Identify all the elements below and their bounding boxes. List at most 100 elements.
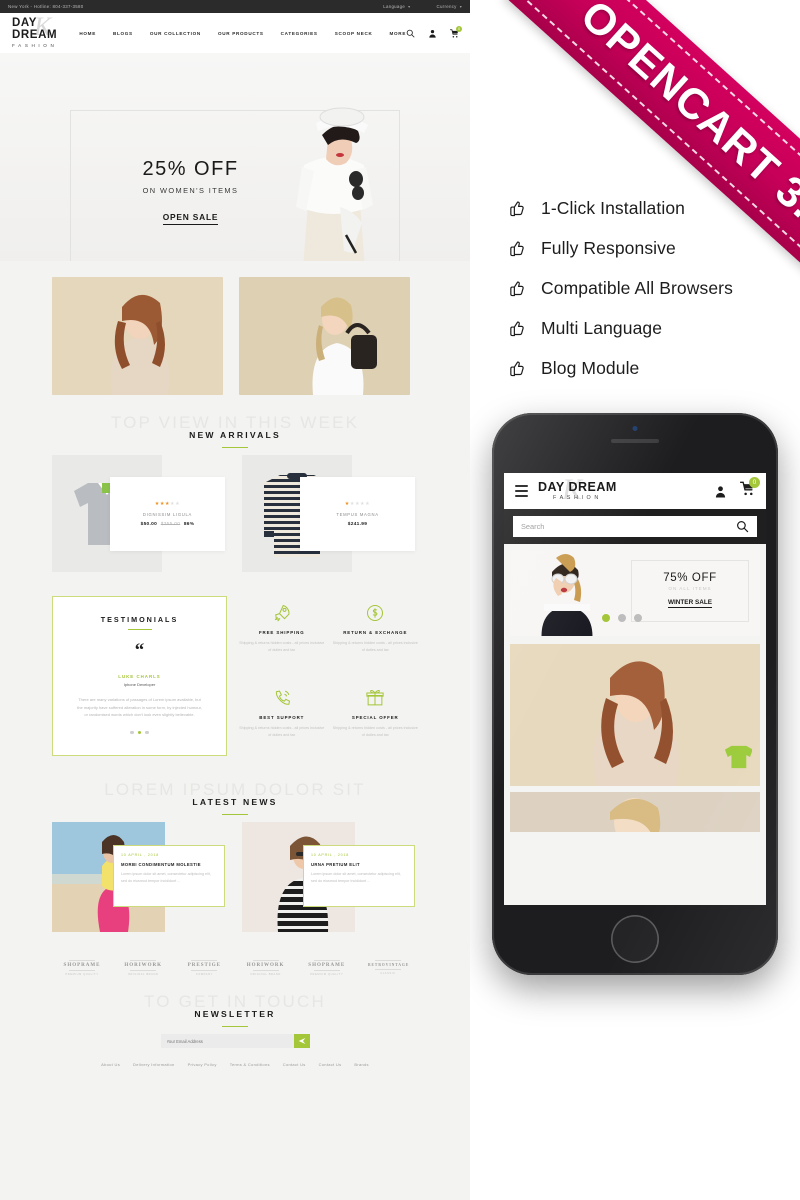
product-card[interactable]: ★★★★★ TEMPUS MAGNA $241.99 <box>242 455 415 572</box>
brand-logo[interactable]: HORIWORK ORIGINAL BRAND <box>246 958 286 976</box>
brand-name: RETROVINTAGE <box>367 963 410 967</box>
thumbs-up-icon <box>510 360 524 376</box>
currency-label: Currency <box>436 4 457 9</box>
brand-logo[interactable]: RETROVINTAGE CLASSIC <box>368 958 408 976</box>
hero-banner[interactable]: 25% OFF ON WOMEN'S ITEMS OPEN SALE <box>0 53 470 261</box>
mobile-header-icons: 0 <box>714 477 760 501</box>
carousel-dot[interactable] <box>634 614 642 622</box>
user-icon[interactable] <box>714 485 727 498</box>
testimonial-pagination <box>130 730 149 734</box>
cart-count-badge: 0 <box>456 25 463 32</box>
mobile-search-field[interactable]: Search <box>513 516 757 537</box>
news-title: MORBI CONDIMENTUM MOLESTIE <box>121 862 201 867</box>
newsletter-heading: TO GET IN TOUCH NEWSLETTER <box>0 992 470 1028</box>
product-price: $241.99 <box>348 522 367 527</box>
product-info: ★★★★★ DIGNISSIM LIGULA $50.00 $355.00 86… <box>110 477 225 551</box>
section-underline <box>222 814 248 816</box>
nav-item-home[interactable]: HOME <box>79 31 96 36</box>
feature-label: Blog Module <box>541 357 640 378</box>
footer-link-delivery-information[interactable]: Delivery Information <box>133 1062 175 1067</box>
promo-banner-2[interactable] <box>239 277 410 395</box>
promo-panel: OPENCART 3.X 1-Click Installation Fully … <box>470 0 800 1200</box>
mobile-hero-banner[interactable]: 75% OFF ON ALL ITEMS WINTER SALE <box>510 550 760 636</box>
newsletter-email-input[interactable] <box>160 1034 294 1048</box>
product-name: TEMPUS MAGNA <box>336 512 379 517</box>
news-excerpt: Lorem ipsum dolor sit amet, consectetur … <box>311 872 401 884</box>
mobile-feature-photo[interactable] <box>510 644 760 786</box>
chevron-down-icon: ▾ <box>459 4 462 9</box>
footer-link-brands[interactable]: Brands <box>354 1062 368 1067</box>
carousel-dot[interactable] <box>618 614 626 622</box>
header-icon-group: 0 <box>406 25 463 38</box>
search-icon[interactable] <box>406 29 415 38</box>
news-date: 10 APRIL , 2018 <box>311 853 350 857</box>
brand-name: SHOPRAME <box>63 963 101 968</box>
hamburger-menu-icon[interactable] <box>515 482 528 499</box>
thumbs-up-icon <box>510 200 524 216</box>
carousel-dot[interactable] <box>130 730 134 734</box>
mobile-logo[interactable]: K DAY DREAM FASHION <box>538 473 617 506</box>
mobile-hero-cta[interactable]: WINTER SALE <box>667 599 713 608</box>
product-card[interactable]: ★★★★★ DIGNISSIM LIGULA $50.00 $355.00 86… <box>52 455 225 572</box>
nav-item-our-collection[interactable]: OUR COLLECTION <box>150 31 201 36</box>
mobile-hero-subheadline: ON ALL ITEMS <box>668 586 712 591</box>
user-icon[interactable] <box>428 29 437 38</box>
site-topbar: New York - Hotline: 804-337-3580 Languag… <box>0 0 470 13</box>
mobile-cart-count-badge: 0 <box>749 477 760 488</box>
website-preview: New York - Hotline: 804-337-3580 Languag… <box>0 0 470 1200</box>
feature-item-1-click-installation: 1-Click Installation <box>508 188 788 228</box>
service-item-free-shipping: FREE SHIPPING Shipping & returns hidden … <box>239 601 325 672</box>
product-info: ★★★★★ TEMPUS MAGNA $241.99 <box>300 477 415 551</box>
nav-item-categories[interactable]: CATEGORIES <box>281 31 318 36</box>
language-selector[interactable]: Language ▾ <box>383 4 410 9</box>
nav-item-blogs[interactable]: BLOGS <box>113 31 133 36</box>
footer-link-about-us[interactable]: About Us <box>101 1062 120 1067</box>
home-button[interactable] <box>611 915 659 963</box>
promo-banner-1[interactable] <box>52 277 223 395</box>
dollar-circle-icon <box>333 601 419 625</box>
logo-primary-text: DAY DREAM <box>12 17 58 41</box>
service-description: Shipping & returns hidden costs - all pr… <box>239 725 325 737</box>
news-date: 10 APRIL , 2018 <box>121 853 160 857</box>
footer-link-contact-us[interactable]: Contact Us <box>283 1062 306 1067</box>
mobile-cart-button[interactable]: 0 <box>739 477 760 501</box>
section-underline <box>222 1026 248 1028</box>
service-item-return-exchange: RETURN & EXCHANGE Shipping & returns hid… <box>333 601 419 672</box>
cart-button[interactable]: 0 <box>450 25 463 38</box>
feature-label: 1-Click Installation <box>541 197 685 218</box>
feature-item-multi-language: Multi Language <box>508 308 788 348</box>
site-header: K DAY DREAM FASHION HOME BLOGS OUR COLLE… <box>0 12 470 53</box>
nav-item-more[interactable]: MORE <box>390 31 407 36</box>
currency-selector[interactable]: Currency ▾ <box>436 4 462 9</box>
product-name: DIGNISSIM LIGULA <box>142 512 193 517</box>
news-title: URNA PRETIUM ELIT <box>311 862 360 867</box>
news-card[interactable]: 10 APRIL , 2018 MORBI CONDIMENTUM MOLEST… <box>52 822 225 932</box>
footer-link-privacy-policy[interactable]: Privacy Policy <box>188 1062 217 1067</box>
feature-item-blog-module: Blog Module <box>508 348 788 388</box>
search-placeholder-text: Search <box>521 522 545 531</box>
nav-item-scoop-neck[interactable]: SCOOP NECK <box>335 31 373 36</box>
product-rating: ★★★★★ <box>344 501 371 507</box>
mobile-feature-photo-2[interactable] <box>510 792 760 832</box>
footer-link-terms-conditions[interactable]: Terms & Conditions <box>230 1062 270 1067</box>
carousel-dot-active[interactable] <box>602 614 610 622</box>
price-old: $355.00 <box>160 522 181 527</box>
quote-icon: “ <box>134 640 145 662</box>
hero-cta-link[interactable]: OPEN SALE <box>162 212 219 225</box>
search-icon[interactable] <box>736 520 749 533</box>
brand-logo[interactable]: SHOPRAME PREMIUM QUALITY <box>307 958 347 976</box>
brand-logo[interactable]: SHOPRAME PREMIUM QUALITY <box>62 958 102 976</box>
brand-logo[interactable]: PRESTIGE COMPANY <box>184 958 224 976</box>
news-text: 10 APRIL , 2018 MORBI CONDIMENTUM MOLEST… <box>113 845 225 907</box>
site-logo[interactable]: K DAY DREAM FASHION <box>12 12 58 48</box>
brand-logo[interactable]: HORIWORK ORIGINAL BRAND <box>123 958 163 976</box>
phone-support-icon <box>239 686 325 710</box>
nav-item-our-products[interactable]: OUR PRODUCTS <box>218 31 264 36</box>
footer-link-contact-us-2[interactable]: Contact Us <box>319 1062 342 1067</box>
logo-secondary-text: FASHION <box>12 43 58 48</box>
newsletter-submit-button[interactable] <box>293 1034 310 1048</box>
news-card[interactable]: 10 APRIL , 2018 URNA PRETIUM ELIT Lorem … <box>242 822 415 932</box>
main-navigation: HOME BLOGS OUR COLLECTION OUR PRODUCTS C… <box>79 31 406 36</box>
carousel-dot[interactable] <box>145 730 149 734</box>
carousel-dot-active[interactable] <box>137 730 142 734</box>
